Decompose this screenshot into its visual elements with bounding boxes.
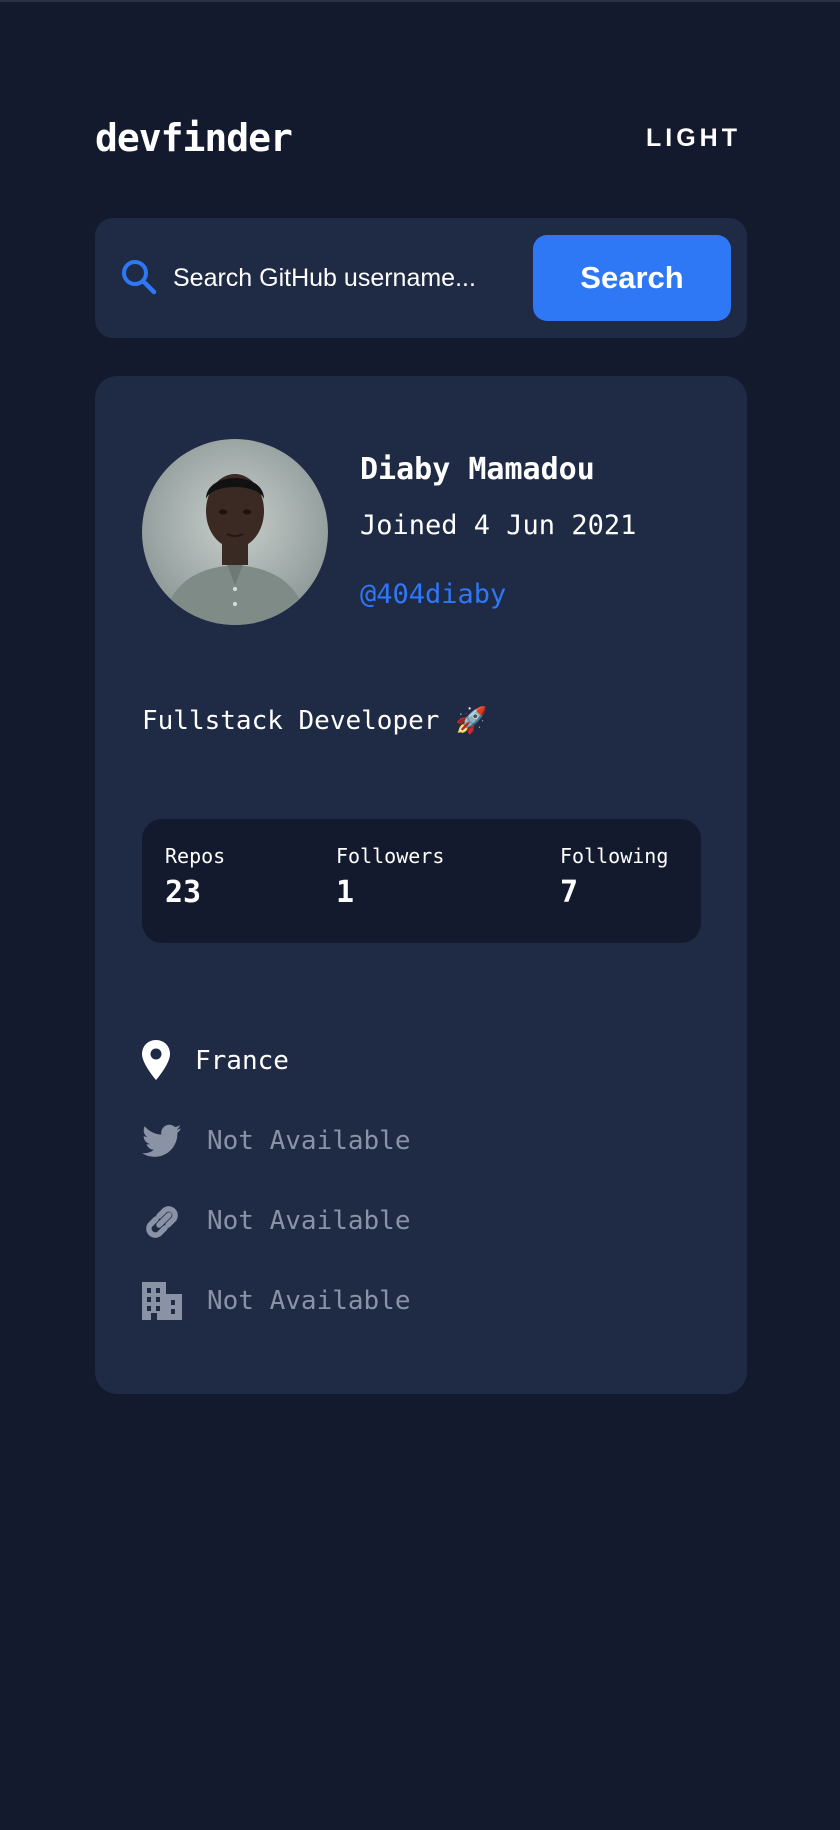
link-row-company: Not Available xyxy=(142,1280,702,1324)
app-logo: devfinder xyxy=(95,116,293,160)
top-border xyxy=(0,0,840,2)
search-button[interactable]: Search xyxy=(533,235,731,321)
profile-card: Diaby Mamadou Joined 4 Jun 2021 @404diab… xyxy=(95,376,747,1394)
link-row-twitter: Not Available xyxy=(142,1120,702,1164)
stat-label: Repos xyxy=(165,844,226,868)
stats-panel: Repos 23 Followers 1 Following 7 xyxy=(142,819,701,943)
stat-value: 23 xyxy=(165,875,202,910)
stat-label: Following xyxy=(560,844,669,868)
stat-followers: Followers 1 xyxy=(336,843,444,913)
stat-label: Followers xyxy=(336,844,445,868)
search-input[interactable] xyxy=(173,254,523,302)
link-text-twitter: Not Available xyxy=(207,1126,411,1156)
link-text-company: Not Available xyxy=(207,1286,411,1316)
link-row-location: France xyxy=(142,1040,702,1084)
profile-name: Diaby Mamadou xyxy=(360,452,595,487)
link-row-website: Not Available xyxy=(142,1200,702,1244)
profile-bio: Fullstack Developer 🚀 xyxy=(142,706,488,736)
app-header: devfinder LIGHT xyxy=(95,112,745,164)
twitter-icon xyxy=(142,1124,182,1157)
search-icon xyxy=(122,260,157,295)
profile-handle-link[interactable]: @404diaby xyxy=(360,579,506,610)
stat-value: 1 xyxy=(336,875,355,910)
link-text-location: France xyxy=(195,1046,289,1076)
avatar-photo xyxy=(162,474,308,625)
link-text-website: Not Available xyxy=(207,1206,411,1236)
joined-date: Joined 4 Jun 2021 xyxy=(360,510,637,541)
avatar xyxy=(142,439,328,625)
search-bar: Search xyxy=(95,218,747,338)
link-icon xyxy=(146,1206,178,1238)
theme-toggle[interactable]: LIGHT xyxy=(646,118,741,158)
stat-following: Following 7 xyxy=(560,843,668,913)
stat-value: 7 xyxy=(560,875,579,910)
location-pin-icon xyxy=(142,1040,170,1080)
building-icon xyxy=(142,1282,182,1320)
stat-repos: Repos 23 xyxy=(165,843,225,913)
